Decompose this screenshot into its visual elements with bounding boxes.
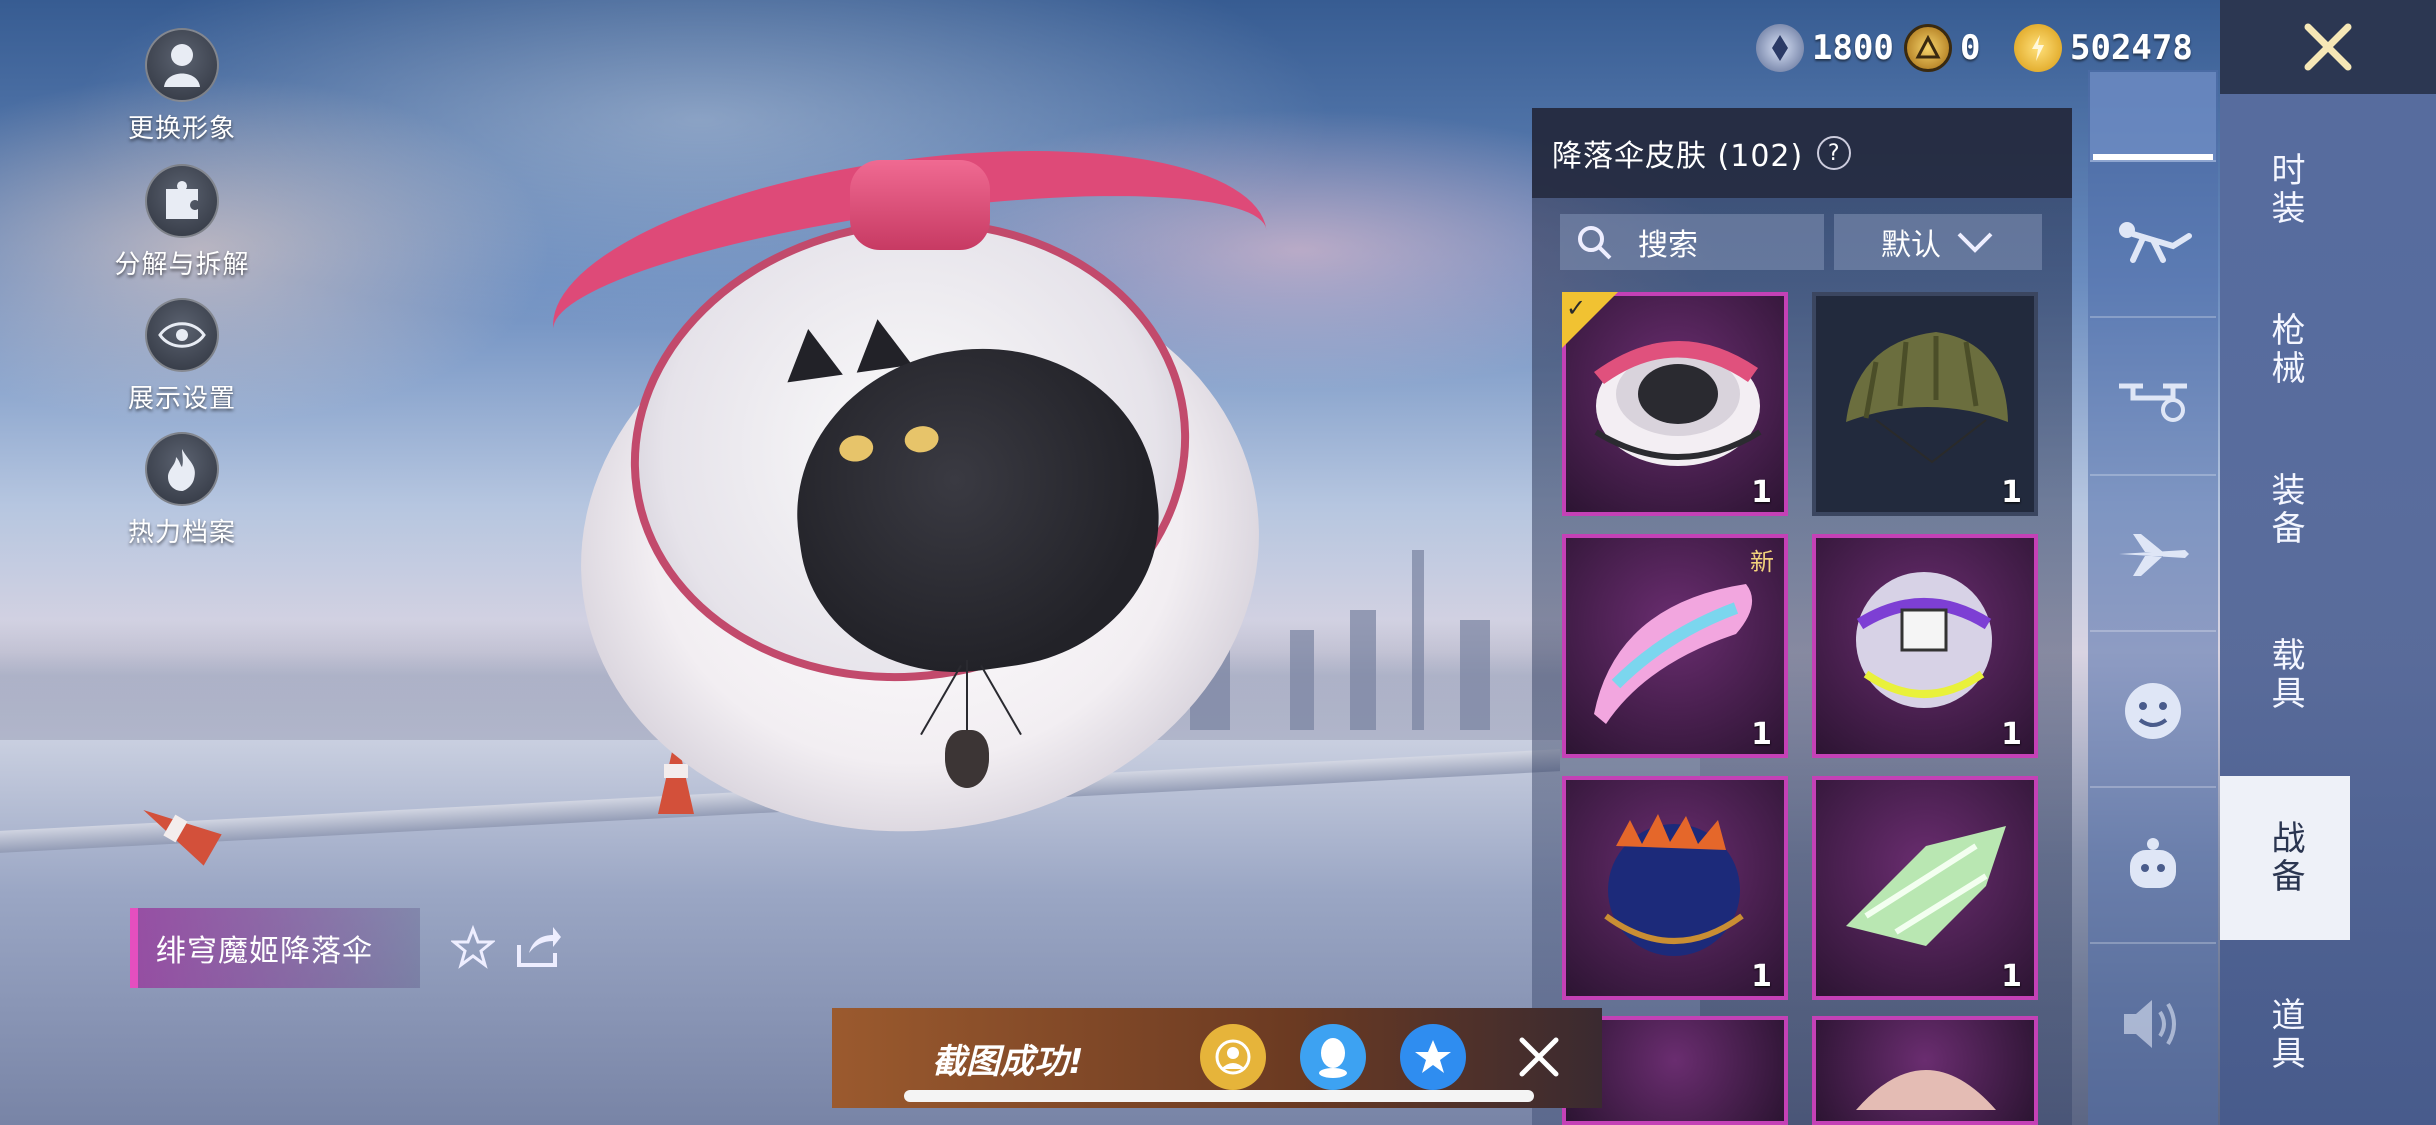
tool-label: 展示设置 xyxy=(127,384,236,414)
disassemble-tool[interactable]: 分解与拆解 xyxy=(112,164,252,281)
close-icon xyxy=(1519,1037,1559,1077)
item-quantity: 1 xyxy=(1751,717,1772,752)
currency-silver: 1800 xyxy=(1756,20,1894,76)
toast-close-button[interactable] xyxy=(1506,1024,1572,1090)
flame-icon xyxy=(145,432,219,506)
share-qq-button[interactable] xyxy=(1300,1024,1366,1090)
subtab-voice[interactable] xyxy=(2090,948,2216,1100)
share-qzone-button[interactable] xyxy=(1400,1024,1466,1090)
tab-items[interactable]: 道具 xyxy=(2220,960,2350,1110)
tab-fashion[interactable]: 时装 xyxy=(2220,110,2350,270)
item-quantity: 1 xyxy=(1751,475,1772,510)
search-icon xyxy=(1578,226,1612,260)
share-wechat-button[interactable] xyxy=(1200,1024,1266,1090)
gold-value: 0 xyxy=(1960,28,1981,68)
avatar-icon xyxy=(145,28,219,102)
panel-title: 降落伞皮肤 (102) xyxy=(1552,139,1804,174)
skin-card[interactable]: 1 xyxy=(1812,292,2038,516)
help-icon[interactable]: ? xyxy=(1817,136,1852,170)
item-quantity: 1 xyxy=(2001,959,2022,994)
tab-vehicles[interactable]: 载具 xyxy=(2220,600,2350,750)
eye-icon xyxy=(145,298,219,372)
qzone-star-icon xyxy=(1415,1040,1451,1073)
skin-card[interactable]: ✓ 1 xyxy=(1562,292,1788,516)
equipped-check-icon: ✓ xyxy=(1562,292,1618,348)
currency-gold: 0 xyxy=(1904,20,1980,76)
tab-battle-gear[interactable]: 战备 xyxy=(2220,776,2350,940)
friends-icon xyxy=(1215,1039,1251,1075)
green-parachute-thumbnail xyxy=(1846,332,2008,464)
close-icon xyxy=(2304,23,2352,71)
emote-icon xyxy=(2125,683,2181,739)
item-quantity: 1 xyxy=(2001,717,2022,752)
subtab-companion[interactable] xyxy=(2090,792,2216,944)
parachute-preview[interactable] xyxy=(536,111,1296,875)
sort-label: 默认 xyxy=(1881,228,1941,263)
subtab-emote[interactable] xyxy=(2090,636,2216,788)
change-avatar-tool[interactable]: 更换形象 xyxy=(112,28,252,145)
item-name-bar: 绯穹魔姬降落伞 xyxy=(130,908,420,988)
skin-card[interactable]: 1 xyxy=(1812,534,2038,758)
puzzle-icon xyxy=(145,164,219,238)
new-badge: 新 xyxy=(1750,548,1774,576)
share-arrow-icon xyxy=(517,927,561,967)
subtab-plane[interactable] xyxy=(2090,480,2216,632)
display-settings-tool[interactable]: 展示设置 xyxy=(112,298,252,415)
item-quantity: 1 xyxy=(1751,959,1772,994)
pink-parachute-thumbnail xyxy=(1594,584,1753,724)
skin-card[interactable]: 1 xyxy=(1812,776,2038,1000)
tab-weapons[interactable]: 枪械 xyxy=(2220,270,2350,430)
skydive-icon xyxy=(2119,222,2192,263)
bp-value: 502478 xyxy=(2070,28,2193,68)
subtab-drone[interactable] xyxy=(2090,324,2216,476)
tool-label: 更换形象 xyxy=(127,114,236,144)
search-label: 搜索 xyxy=(1638,228,1698,263)
toast-text: 截图成功! xyxy=(932,1041,1084,1082)
player-pod xyxy=(945,730,989,788)
bp-coin-icon xyxy=(2014,24,2062,72)
tool-label: 分解与拆解 xyxy=(114,250,250,280)
chevron-down-icon xyxy=(1957,232,1993,253)
skin-card[interactable]: 1 xyxy=(1562,776,1788,1000)
silver-coin-icon xyxy=(1756,24,1804,72)
search-input[interactable]: 搜索 xyxy=(1560,214,1824,270)
gold-medal-icon xyxy=(1904,24,1952,72)
dark-flame-parachute-thumbnail xyxy=(1604,814,1744,956)
qq-icon xyxy=(1319,1038,1347,1078)
sort-dropdown[interactable]: 默认 xyxy=(1834,214,2042,270)
airplane-icon xyxy=(2119,534,2189,576)
item-quantity: 1 xyxy=(2001,475,2022,510)
subtab-parachute[interactable] xyxy=(2090,72,2216,162)
glow-wing-parachute-thumbnail xyxy=(1846,826,2006,946)
skin-card[interactable]: 新 1 xyxy=(1562,534,1788,758)
silver-value: 1800 xyxy=(1812,28,1894,68)
item-name: 绯穹魔姬降落伞 xyxy=(156,934,373,969)
voice-icon xyxy=(2124,1000,2176,1048)
panel-header: 降落伞皮肤 (102) ? xyxy=(1532,108,2072,198)
home-indicator[interactable] xyxy=(904,1090,1534,1102)
companion-icon xyxy=(2130,838,2176,888)
subtab-skydive[interactable] xyxy=(2090,166,2216,318)
close-button[interactable] xyxy=(2220,0,2436,94)
tab-equipment[interactable]: 装备 xyxy=(2220,430,2350,590)
cyber-parachute-thumbnail xyxy=(1856,572,1992,708)
heat-archive-tool[interactable]: 热力档案 xyxy=(112,432,252,549)
partial-parachute-thumbnail xyxy=(1856,1070,1996,1110)
share-button[interactable] xyxy=(514,922,564,972)
tool-label: 热力档案 xyxy=(127,518,236,548)
star-icon xyxy=(451,925,495,969)
favorite-button[interactable] xyxy=(448,922,498,972)
skin-card-partial[interactable] xyxy=(1812,1016,2038,1125)
ribbon-knot xyxy=(850,160,990,250)
currency-bp: 502478 xyxy=(2014,20,2193,76)
drone-icon xyxy=(2119,383,2187,422)
